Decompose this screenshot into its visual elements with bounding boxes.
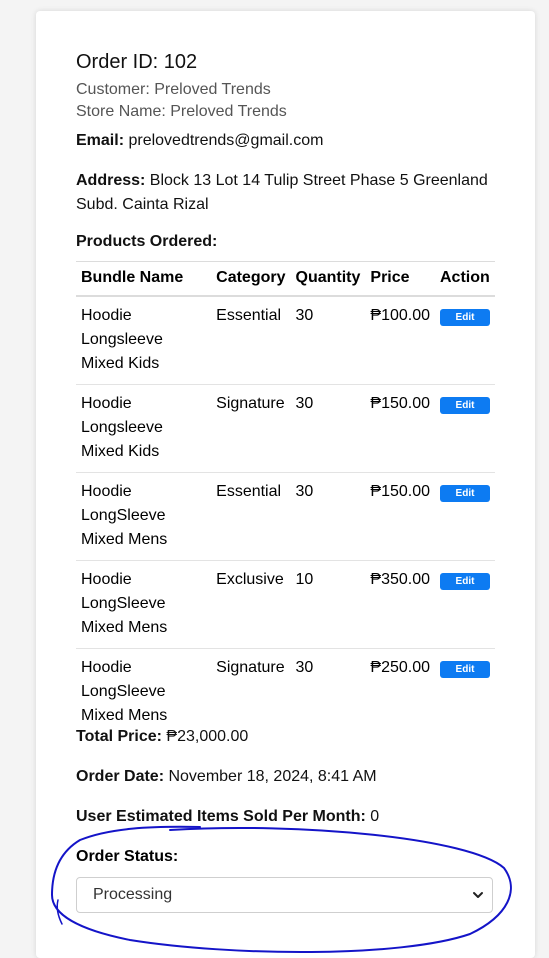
email-value: prelovedtrends@gmail.com (124, 132, 324, 149)
cell-price: ₱250.00 (370, 659, 430, 676)
table-row: Hoodie Longsleeve Mixed Kids Signature 3… (76, 384, 495, 473)
cell-bundle-name: Hoodie LongSleeve Mixed Mens (76, 560, 212, 649)
header-quantity: Quantity (290, 261, 366, 297)
cell-quantity: 10 (290, 560, 366, 649)
address-label: Address: (76, 172, 146, 189)
cell-category: Exclusive (211, 560, 291, 649)
items-sold-value: 0 (365, 808, 380, 825)
cell-action: Edit (435, 296, 495, 385)
cell-category: Signature (211, 384, 291, 473)
order-status-label: Order Status: (76, 848, 179, 865)
cell-quantity: 30 (295, 659, 314, 676)
order-date-label: Order Date: (76, 768, 165, 785)
cell-category: Signature (216, 659, 285, 676)
cell-action: Edit (435, 384, 495, 473)
products-heading: Products Ordered: (76, 230, 217, 254)
header-bundle-name: Bundle Name (76, 261, 212, 297)
address-row: Address: Block 13 Lot 14 Tulip Street Ph… (76, 169, 496, 217)
chevron-down-icon (473, 892, 483, 898)
cell-bundle-name: Hoodie Longsleeve Mixed Kids (76, 384, 212, 473)
cell-action: Edit (435, 472, 495, 561)
edit-button[interactable]: Edit (440, 485, 490, 502)
cell-price: ₱350.00 (365, 560, 435, 649)
cell-price: ₱100.00 (365, 296, 435, 385)
cell-category: Essential (211, 296, 291, 385)
cell-bundle-name: Hoodie LongSleeve Mixed Mens (76, 472, 212, 561)
products-label: Products Ordered: (76, 233, 218, 250)
products-table: Bundle Name Category Quantity Price Acti… (76, 261, 495, 736)
customer-line: Customer: Preloved Trends (76, 81, 271, 98)
table-row: Hoodie LongSleeve Mixed Mens Essential 3… (76, 472, 495, 561)
cell-bundle-name: Hoodie Longsleeve Mixed Kids (76, 296, 212, 385)
items-sold-label: User Estimated Items Sold Per Month: (76, 808, 366, 825)
table-header-row: Bundle Name Category Quantity Price Acti… (76, 261, 495, 297)
email-row: Email: prelovedtrends@gmail.com (76, 129, 323, 153)
edit-button[interactable]: Edit (440, 573, 490, 590)
cell-price: ₱150.00 (365, 472, 435, 561)
edit-button[interactable]: Edit (440, 661, 490, 678)
table-row: Hoodie Longsleeve Mixed Kids Essential 3… (76, 296, 495, 385)
table-row: Hoodie LongSleeve Mixed Mens Signature 3… (76, 649, 495, 737)
cell-bundle-name: Hoodie LongSleeve Mixed Mens (81, 659, 168, 724)
order-title: Order ID: 102 (76, 51, 198, 73)
cell-category: Essential (211, 472, 291, 561)
cell-action: Edit (435, 560, 495, 649)
order-card: Order ID: 102 Customer: Preloved Trends … (36, 11, 535, 958)
cell-action: Edit (435, 649, 495, 737)
table-row: Hoodie LongSleeve Mixed Mens Exclusive 1… (76, 560, 495, 649)
total-price-value: ₱23,000.00 (161, 728, 249, 745)
email-label: Email: (76, 132, 125, 149)
order-date-row: Order Date: November 18, 2024, 8:41 AM (76, 765, 377, 789)
order-date-value: November 18, 2024, 8:41 AM (164, 768, 377, 785)
edit-button[interactable]: Edit (440, 309, 490, 326)
cell-quantity: 30 (290, 296, 366, 385)
header-price: Price (365, 261, 435, 297)
order-status-value: Processing (93, 886, 173, 903)
cell-quantity: 30 (290, 472, 366, 561)
items-sold-row: User Estimated Items Sold Per Month: 0 (76, 805, 379, 829)
cell-price: ₱150.00 (365, 384, 435, 473)
edit-button[interactable]: Edit (440, 397, 490, 414)
total-price-row: Total Price: ₱23,000.00 (76, 725, 248, 749)
header-action: Action (435, 261, 495, 297)
store-line: Store Name: Preloved Trends (76, 103, 287, 120)
header-category: Category (211, 261, 291, 297)
cell-quantity: 30 (290, 384, 366, 473)
order-status-select[interactable]: Processing (76, 877, 493, 913)
total-price-label: Total Price: (76, 728, 162, 745)
